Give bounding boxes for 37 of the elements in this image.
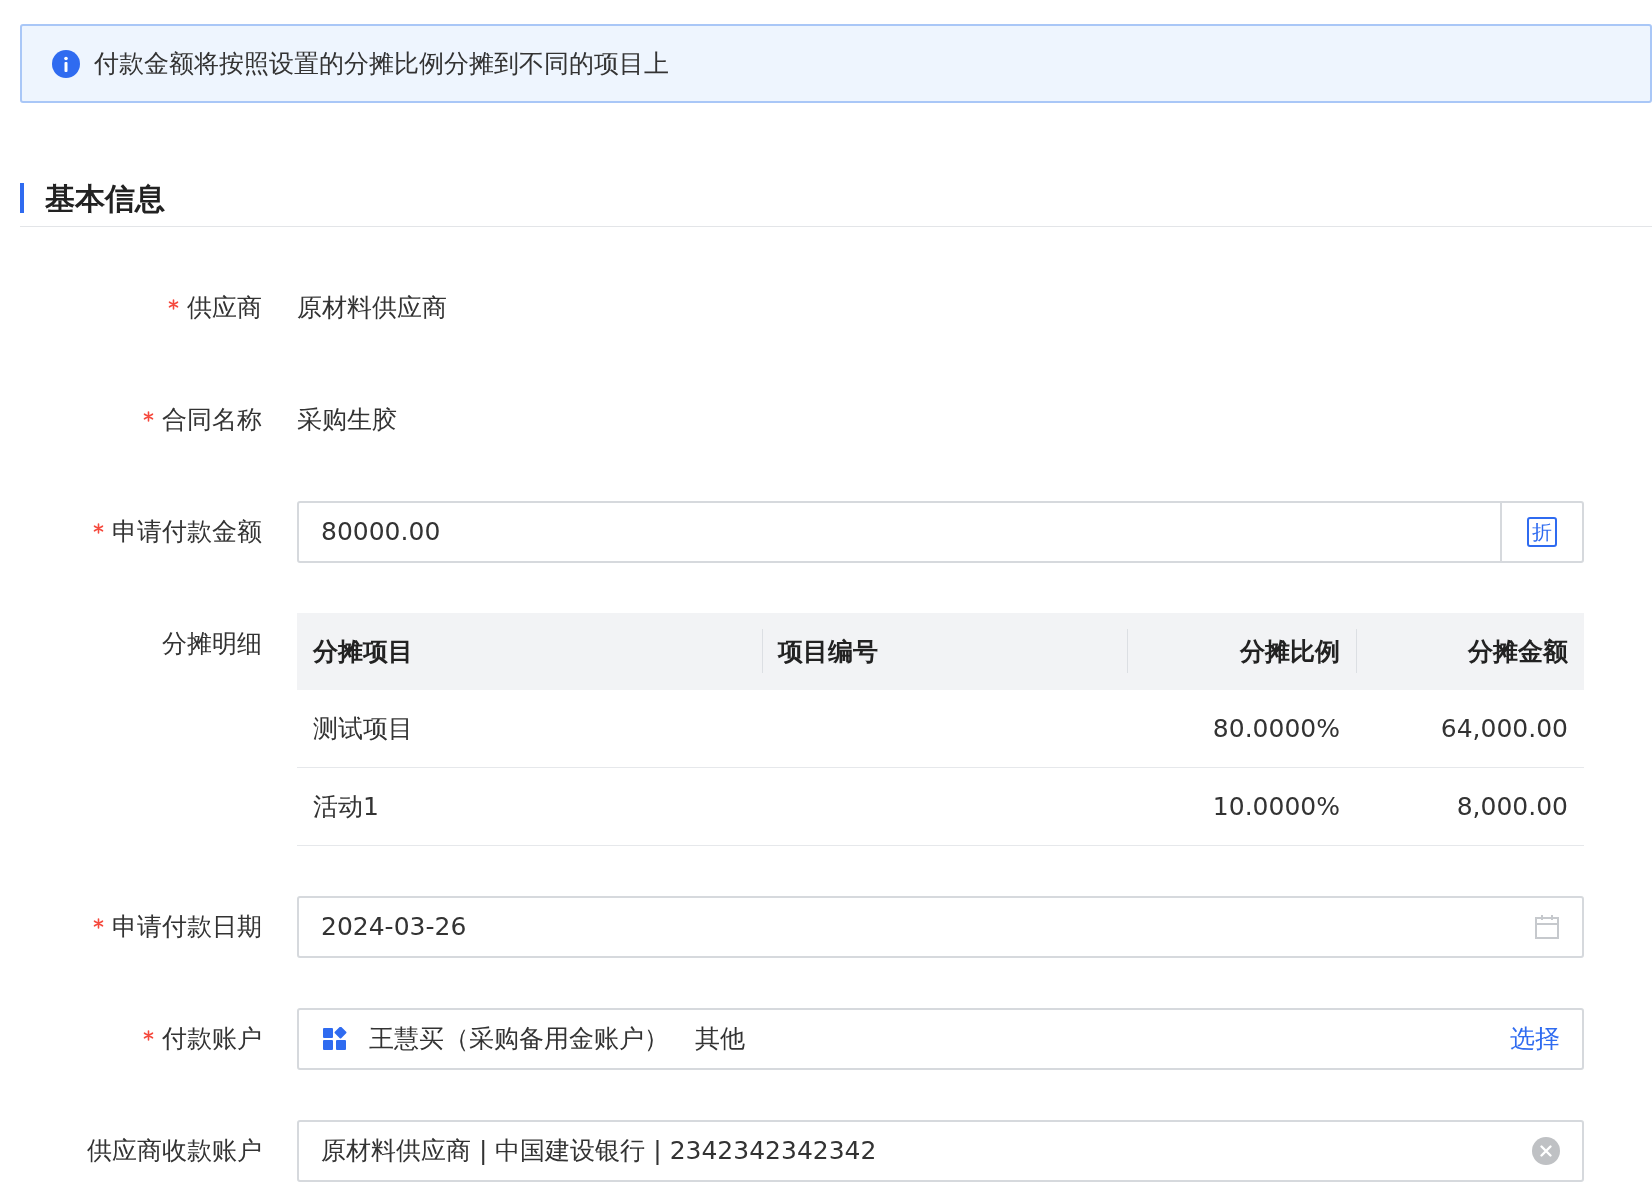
table-cell-text: 10.0000% [1212,790,1340,823]
field-value: 原材料供应商 [297,292,447,325]
section-accent-bar [20,183,24,213]
input-value: 80000.00 [321,516,441,549]
table-cell-text: 活动1 [313,790,379,823]
info-icon [52,49,80,78]
field-label: 分摊明细 [162,628,262,660]
table-cell-text: 80.0000% [1212,712,1340,745]
field-label: 供应商 [187,292,262,325]
field-label: 合同名称 [162,404,262,437]
clear-icon[interactable] [1532,1137,1560,1165]
discount-button[interactable]: 折 [1527,517,1557,547]
column-header: 分摊金额 [1468,635,1568,668]
amount-input[interactable]: 80000.00 折 [297,501,1584,563]
table-cell-text: 测试项目 [313,712,413,745]
field-label: 付款账户 [162,1023,262,1056]
input-value: 原材料供应商 | 中国建设银行 | 2342342342342 [321,1135,877,1168]
date-input[interactable]: 2024-03-26 [297,896,1584,958]
column-header: 分摊比例 [1240,635,1340,668]
apps-icon [323,1027,347,1051]
select-link[interactable]: 选择 [1510,1020,1560,1058]
field-label: 申请付款金额 [112,516,262,549]
table-cell-text: 8,000.00 [1456,790,1568,823]
alert-text: 付款金额将按照设置的分摊比例分摊到不同的项目上 [94,47,669,80]
account-input[interactable]: 原材料供应商 | 中国建设银行 | 2342342342342 [297,1120,1584,1182]
input-value: 2024-03-26 [321,911,467,944]
table-cell-text: 64,000.00 [1440,712,1568,745]
field-label: 供应商收款账户 [87,1135,262,1168]
calendar-icon [1534,914,1560,940]
field-label: 申请付款日期 [112,911,262,944]
section-title: 基本信息 [45,179,165,218]
account-type: 其他 [695,1023,745,1056]
column-header: 分摊项目 [313,635,413,668]
account-name: 王慧买（采购备用金账户） [369,1023,669,1056]
field-value: 采购生胶 [297,404,397,437]
account-input[interactable]: 王慧买（采购备用金账户） 其他 选择 [297,1008,1584,1070]
column-header: 项目编号 [778,635,878,668]
